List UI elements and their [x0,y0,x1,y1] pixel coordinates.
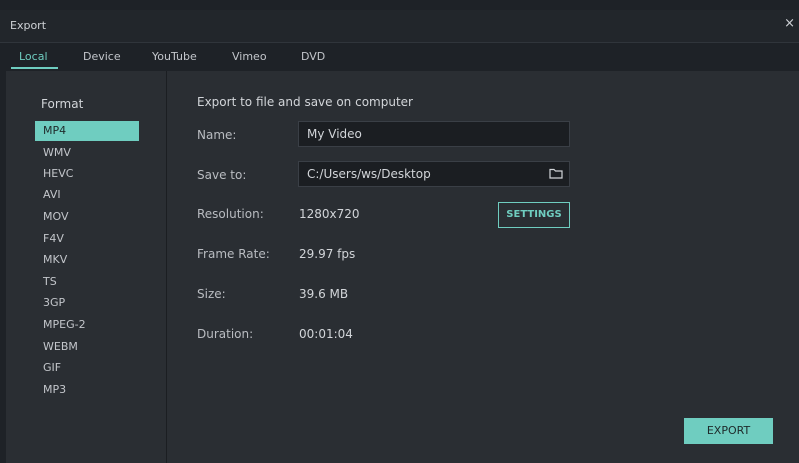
folder-icon[interactable] [549,167,563,179]
format-item-webm[interactable]: WEBM [35,337,139,357]
format-item-mov[interactable]: MOV [35,207,139,227]
tab-youtube[interactable]: YouTube [152,50,197,63]
save-to-field[interactable]: C:/Users/ws/Desktop [298,161,570,187]
settings-button[interactable]: SETTINGS [498,202,570,228]
resolution-value: 1280x720 [299,207,360,221]
tab-bar: Local Device YouTube Vimeo DVD [0,43,799,71]
export-panel: Format MP4 WMV HEVC AVI MOV F4V MKV TS 3… [6,71,799,463]
window-title: Export [10,19,47,32]
format-item-mpeg2[interactable]: MPEG-2 [35,315,139,335]
size-label: Size: [197,287,226,301]
format-heading: Format [41,97,84,111]
name-label: Name: [197,128,237,142]
save-to-label: Save to: [197,168,247,182]
format-item-wmv[interactable]: WMV [35,143,139,163]
format-item-ts[interactable]: TS [35,272,139,292]
frame-rate-label: Frame Rate: [197,247,270,261]
format-item-gif[interactable]: GIF [35,358,139,378]
title-bar: Export × [0,10,799,43]
format-item-mp3[interactable]: MP3 [35,380,139,400]
resolution-label: Resolution: [197,207,264,221]
format-item-mp4[interactable]: MP4 [35,121,139,141]
format-item-mkv[interactable]: MKV [35,250,139,270]
format-item-avi[interactable]: AVI [35,185,139,205]
duration-label: Duration: [197,327,254,341]
size-value: 39.6 MB [299,287,349,301]
export-button[interactable]: EXPORT [684,418,773,444]
format-sidebar: Format MP4 WMV HEVC AVI MOV F4V MKV TS 3… [6,71,167,463]
format-item-hevc[interactable]: HEVC [35,164,139,184]
format-item-3gp[interactable]: 3GP [35,293,139,313]
name-input[interactable]: My Video [298,121,570,147]
tab-vimeo[interactable]: Vimeo [232,50,267,63]
tab-device[interactable]: Device [83,50,121,63]
save-to-path: C:/Users/ws/Desktop [307,167,431,181]
section-heading: Export to file and save on computer [197,95,413,109]
active-tab-indicator [11,67,58,69]
close-icon[interactable]: × [784,16,795,31]
tab-local[interactable]: Local [19,50,48,63]
format-item-f4v[interactable]: F4V [35,229,139,249]
tab-dvd[interactable]: DVD [301,50,325,63]
frame-rate-value: 29.97 fps [299,247,356,261]
duration-value: 00:01:04 [299,327,353,341]
